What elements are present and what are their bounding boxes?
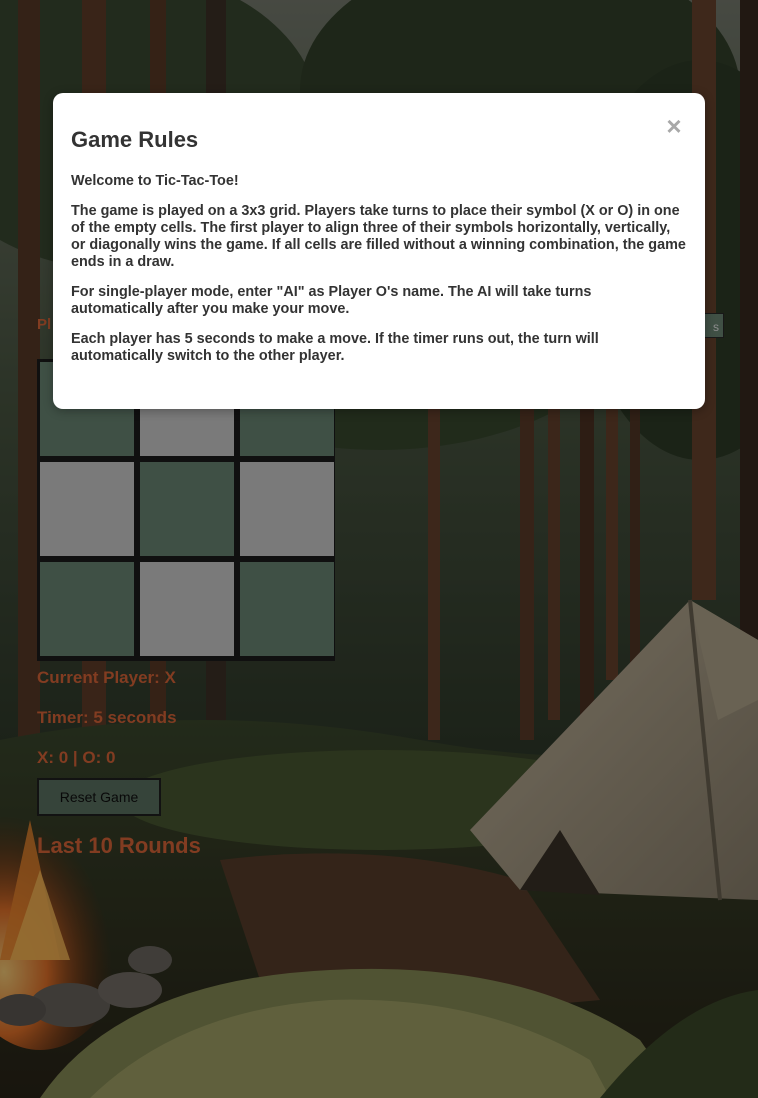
modal-title: Game Rules	[71, 127, 199, 152]
rules-ai-mode-text: For single-player mode, enter "AI" as Pl…	[71, 284, 592, 317]
rules-welcome-text: Welcome to Tic-Tac-Toe!	[71, 173, 239, 189]
modal-overlay[interactable]: × Game Rules Welcome to Tic-Tac-Toe! The…	[0, 0, 758, 1098]
rules-timer-text: Each player has 5 seconds to make a move…	[71, 331, 599, 364]
rules-gameplay-text: The game is played on a 3x3 grid. Player…	[71, 203, 686, 270]
rules-modal: × Game Rules Welcome to Tic-Tac-Toe! The…	[53, 93, 705, 409]
close-icon[interactable]: ×	[663, 113, 685, 139]
